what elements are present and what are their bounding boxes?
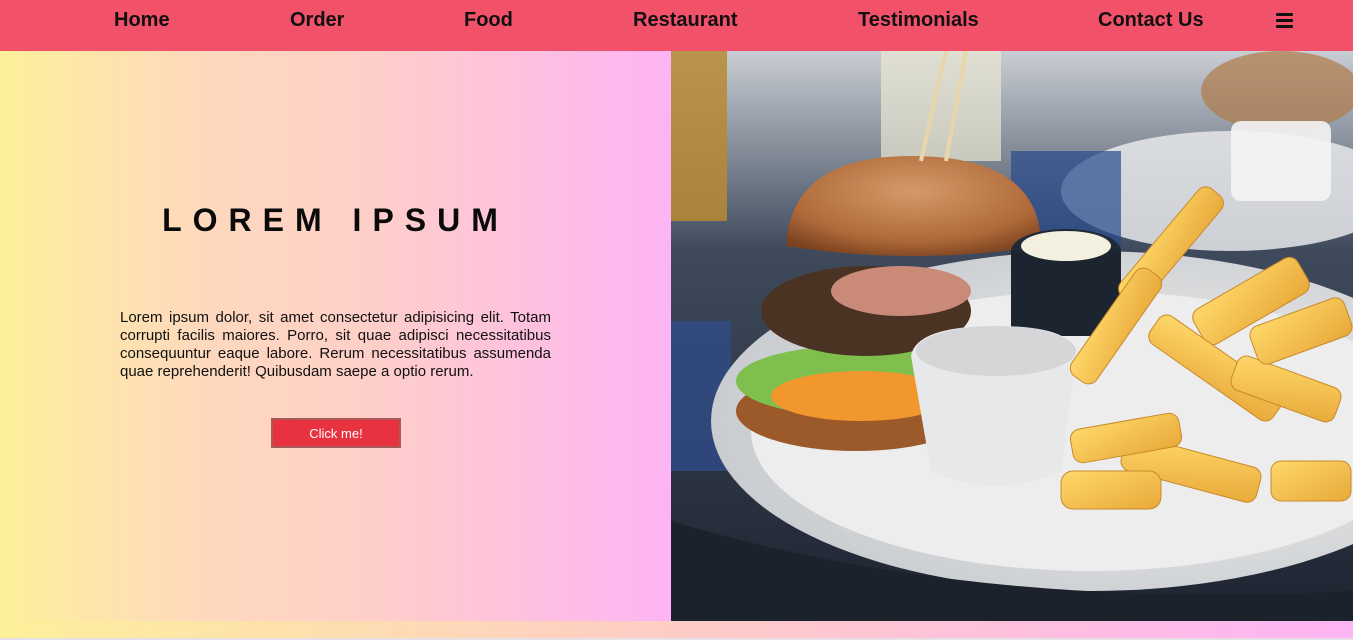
hero-title: LOREM IPSUM: [162, 202, 509, 238]
top-navbar: Home Order Food Restaurant Testimonials …: [0, 0, 1353, 51]
burger-fries-photo: [671, 51, 1353, 621]
nav-testimonials-link[interactable]: Testimonials: [858, 9, 979, 32]
hero-paragraph: Lorem ipsum dolor, sit amet consectetur …: [120, 309, 551, 380]
nav-food-link[interactable]: Food: [464, 9, 513, 32]
nav-order-link[interactable]: Order: [290, 9, 344, 32]
hero-text-panel: LOREM IPSUM Lorem ipsum dolor, sit amet …: [0, 51, 671, 621]
click-me-button[interactable]: Click me!: [271, 418, 401, 448]
hamburger-menu-icon[interactable]: [1276, 13, 1293, 29]
nav-restaurant-link[interactable]: Restaurant: [633, 9, 737, 32]
burger-fries-image: [671, 51, 1353, 621]
bottom-gradient-strip: [0, 621, 1353, 640]
nav-contact-us-link[interactable]: Contact Us: [1098, 9, 1204, 32]
nav-home-link[interactable]: Home: [114, 9, 170, 32]
